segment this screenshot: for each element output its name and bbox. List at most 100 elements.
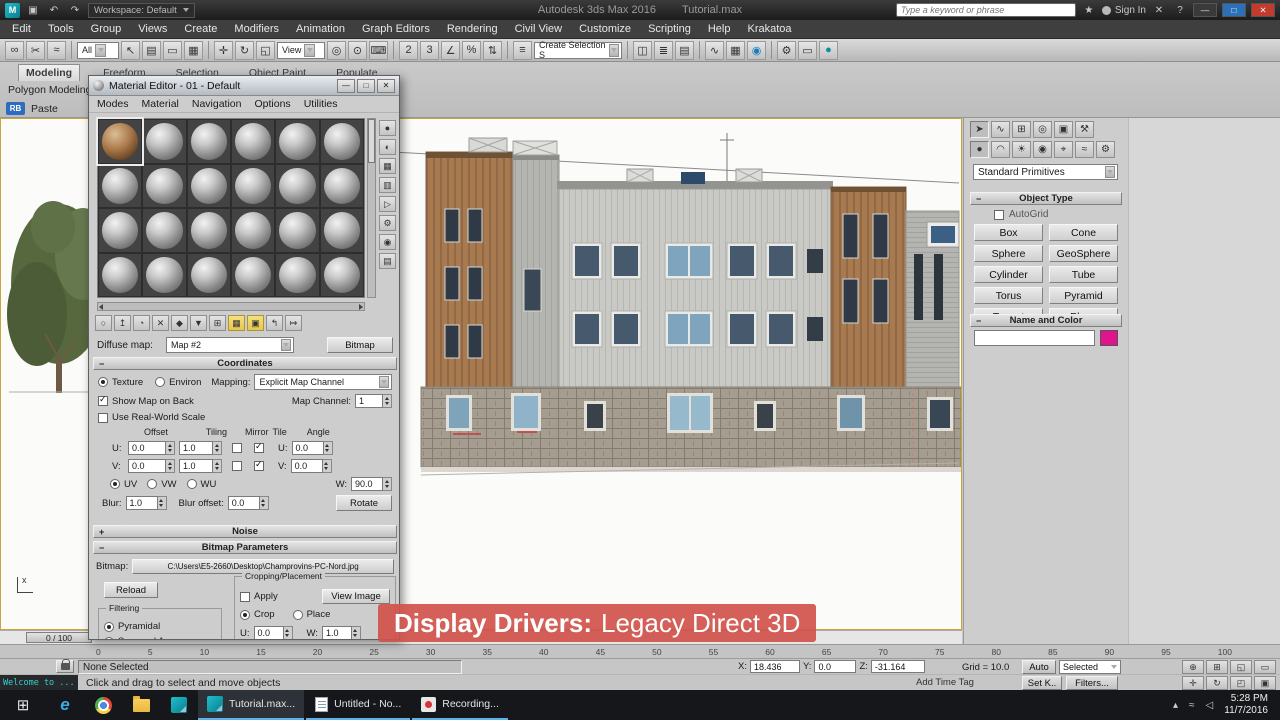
- select-and-rotate-icon[interactable]: ↻: [235, 40, 254, 60]
- modify-tab-icon[interactable]: ∿: [991, 121, 1010, 138]
- maximize-viewport-icon[interactable]: ◰: [1230, 676, 1252, 690]
- crossing-selection-icon[interactable]: ▦: [184, 40, 203, 60]
- layer-manager-icon[interactable]: ▤: [675, 40, 694, 60]
- zoom-region-icon[interactable]: ▭: [1254, 660, 1276, 674]
- paste-button[interactable]: Paste: [31, 103, 58, 115]
- sample-slots-scrollbar[interactable]: [367, 118, 376, 298]
- sample-slot[interactable]: [186, 163, 231, 208]
- help-icon[interactable]: ?: [1172, 2, 1188, 18]
- selection-filter-dropdown[interactable]: All: [77, 41, 119, 59]
- menu-scripting[interactable]: Scripting: [648, 23, 691, 35]
- menu-modifiers[interactable]: Modifiers: [234, 23, 279, 35]
- sample-slot[interactable]: [319, 252, 364, 297]
- select-and-move-icon[interactable]: ✛: [214, 40, 233, 60]
- menu-krakatoa[interactable]: Krakatoa: [747, 23, 791, 35]
- motion-tab-icon[interactable]: ◎: [1033, 121, 1052, 138]
- menu-navigation[interactable]: Navigation: [192, 98, 242, 110]
- angle-snap-icon[interactable]: ∠: [441, 40, 460, 60]
- view-image-button[interactable]: View Image: [322, 589, 390, 604]
- u-angle-spinner[interactable]: 0.0: [291, 441, 333, 455]
- mapping-dropdown[interactable]: Explicit Map Channel: [254, 374, 392, 390]
- menu-help[interactable]: Help: [708, 23, 731, 35]
- set-key-button[interactable]: Set K..: [1022, 676, 1062, 690]
- menu-civil-view[interactable]: Civil View: [515, 23, 562, 35]
- sample-slot[interactable]: [319, 119, 364, 164]
- menu-options[interactable]: Options: [255, 98, 291, 110]
- pyramid-button[interactable]: Pyramid: [1049, 287, 1118, 304]
- make-unique-icon[interactable]: ◆: [171, 315, 188, 331]
- scroll-left-icon[interactable]: [99, 304, 103, 310]
- schematic-view-icon[interactable]: ▦: [726, 40, 745, 60]
- sample-slot[interactable]: [230, 163, 276, 208]
- select-by-name-icon[interactable]: ▤: [142, 40, 161, 60]
- material-editor-icon[interactable]: ◉: [747, 40, 766, 60]
- menu-rendering[interactable]: Rendering: [447, 23, 498, 35]
- menu-utilities[interactable]: Utilities: [304, 98, 338, 110]
- noise-rollout-header[interactable]: + Noise: [93, 525, 397, 538]
- u-tiling-spinner[interactable]: 1.0: [179, 441, 222, 455]
- object-type-rollout-header[interactable]: − Object Type: [970, 192, 1122, 205]
- select-by-material-icon[interactable]: ◉: [379, 234, 396, 250]
- v-tiling-spinner[interactable]: 1.0: [179, 459, 222, 473]
- geosphere-button[interactable]: GeoSphere: [1049, 245, 1118, 262]
- minimize-icon[interactable]: —: [337, 78, 355, 93]
- sample-slot[interactable]: [186, 208, 231, 253]
- object-name-field[interactable]: [974, 330, 1095, 346]
- menu-tools[interactable]: Tools: [48, 23, 74, 35]
- material-map-navigator-icon[interactable]: ▤: [379, 253, 396, 269]
- sample-slot[interactable]: [142, 119, 187, 164]
- helpers-category-icon[interactable]: ⌖: [1054, 141, 1073, 158]
- sample-slot[interactable]: [142, 208, 187, 253]
- taskbar-task-recording[interactable]: Recording...: [412, 690, 508, 720]
- tube-button[interactable]: Tube: [1049, 266, 1118, 283]
- menu-modes[interactable]: Modes: [97, 98, 129, 110]
- shapes-category-icon[interactable]: ◠: [991, 141, 1010, 158]
- box-button[interactable]: Box: [974, 224, 1043, 241]
- menu-animation[interactable]: Animation: [296, 23, 345, 35]
- help-search-input[interactable]: [895, 3, 1076, 17]
- geometry-category-dropdown[interactable]: Standard Primitives: [973, 164, 1118, 180]
- chrome-browser-icon[interactable]: [84, 690, 122, 720]
- wu-radio[interactable]: [186, 479, 197, 489]
- get-material-icon[interactable]: ○: [95, 315, 112, 331]
- sphere-button[interactable]: Sphere: [974, 245, 1043, 262]
- u-mirror-checkbox[interactable]: [232, 443, 242, 453]
- bitmap-parameters-rollout-header[interactable]: − Bitmap Parameters: [93, 541, 397, 554]
- orbit-icon[interactable]: ↻: [1206, 676, 1228, 690]
- autogrid-checkbox[interactable]: [994, 209, 1004, 220]
- menu-graph-editors[interactable]: Graph Editors: [362, 23, 430, 35]
- auto-key-button[interactable]: Auto: [1022, 660, 1056, 674]
- sample-slot[interactable]: [98, 208, 143, 253]
- network-icon[interactable]: ≈: [1189, 700, 1195, 711]
- zoom-extents-icon[interactable]: ◱: [1230, 660, 1252, 674]
- spinner-snap-icon[interactable]: ⇅: [483, 40, 502, 60]
- sample-slot[interactable]: [230, 208, 276, 253]
- z-coord-field[interactable]: -31.164: [870, 660, 925, 673]
- torus-button[interactable]: Torus: [974, 287, 1043, 304]
- y-coord-field[interactable]: 0.0: [814, 660, 857, 673]
- place-radio[interactable]: [292, 609, 303, 620]
- assign-material-icon[interactable]: ◔: [133, 315, 150, 331]
- bind-to-space-warp-icon[interactable]: ≈: [47, 40, 66, 60]
- sample-type-icon[interactable]: ●: [379, 120, 396, 136]
- rendered-frame-window-icon[interactable]: ▭: [798, 40, 817, 60]
- select-and-link-icon[interactable]: ∞: [5, 40, 24, 60]
- v-mirror-checkbox[interactable]: [232, 461, 242, 471]
- map-channel-spinner[interactable]: 1: [355, 394, 392, 408]
- align-icon[interactable]: ≣: [654, 40, 673, 60]
- material-id-channel-icon[interactable]: ⊞: [209, 315, 226, 331]
- spacewarps-category-icon[interactable]: ≈: [1075, 141, 1094, 158]
- go-to-parent-icon[interactable]: ↰: [266, 315, 283, 331]
- edit-named-selection-sets-icon[interactable]: ≡: [513, 40, 532, 60]
- object-color-swatch[interactable]: [1100, 330, 1118, 346]
- sample-slot[interactable]: [319, 208, 364, 253]
- curve-editor-icon[interactable]: ∿: [705, 40, 724, 60]
- add-time-tag[interactable]: Add Time Tag: [916, 677, 974, 688]
- redo-icon[interactable]: ↷: [67, 2, 83, 18]
- zoom-all-icon[interactable]: ⊞: [1206, 660, 1228, 674]
- vw-radio[interactable]: [147, 479, 158, 489]
- use-real-world-scale-checkbox[interactable]: [98, 412, 108, 423]
- coordinates-rollout-header[interactable]: − Coordinates: [93, 357, 397, 370]
- menu-group[interactable]: Group: [91, 23, 122, 35]
- selection-set-key-dropdown[interactable]: Selected: [1059, 660, 1121, 674]
